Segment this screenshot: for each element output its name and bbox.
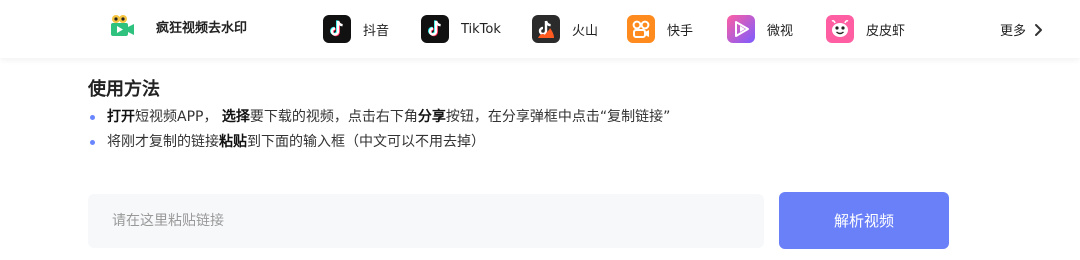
nav-item-kuaishou[interactable]: 快手 <box>627 15 693 43</box>
brand-name: 疯狂视频去水印 <box>156 20 248 36</box>
nav-label-weishi: 微视 <box>767 23 794 39</box>
kuaishou-icon <box>627 15 655 43</box>
nav-label-douyin: 抖音 <box>363 23 390 39</box>
weishi-icon <box>727 15 755 43</box>
link-input[interactable] <box>88 194 764 248</box>
nav-item-pipixia[interactable]: 皮皮虾 <box>826 15 905 43</box>
nav-label-pipixia: 皮皮虾 <box>866 23 906 39</box>
nav-label-tiktok: TikTok <box>461 21 501 37</box>
step-1-text: 打开短视频APP， 选择要下载的视频，点击右下角分享按钮，在分享弹框中点击“复制… <box>107 109 671 125</box>
instructions-section: 使用方法 打开短视频APP， 选择要下载的视频，点击右下角分享按钮，在分享弹框中… <box>88 78 988 152</box>
more-menu-button[interactable]: 更多 <box>1000 20 1043 39</box>
nav-label-kuaishou: 快手 <box>667 23 694 39</box>
chevron-right-icon <box>1035 23 1043 36</box>
nav-item-douyin[interactable]: 抖音 <box>323 15 389 43</box>
instruction-step-1: 打开短视频APP， 选择要下载的视频，点击右下角分享按钮，在分享弹框中点击“复制… <box>88 107 988 127</box>
nav-item-tiktok[interactable]: TikTok <box>421 15 501 43</box>
step-2-text: 将刚才复制的链接粘贴到下面的输入框（中文可以不用去掉） <box>107 134 485 150</box>
link-input-wrapper <box>88 194 764 248</box>
huoshan-icon <box>532 15 560 43</box>
instruction-step-2: 将刚才复制的链接粘贴到下面的输入框（中文可以不用去掉） <box>88 132 988 152</box>
video-camera-icon <box>111 15 134 36</box>
top-nav-bar: 疯狂视频去水印 抖音 TikTok 火山 快手 微视 皮皮虾 更多 <box>0 0 1080 58</box>
parse-video-button[interactable]: 解析视频 <box>779 192 949 249</box>
nav-item-huoshan[interactable]: 火山 <box>532 15 598 43</box>
instructions-title: 使用方法 <box>88 79 160 100</box>
more-label: 更多 <box>1000 24 1027 39</box>
bullet-icon <box>90 114 95 120</box>
brand[interactable]: 疯狂视频去水印 <box>108 12 247 40</box>
douyin-icon <box>323 15 351 43</box>
bullet-icon <box>90 139 95 145</box>
tiktok-icon <box>421 15 449 43</box>
pipixia-icon <box>826 15 854 43</box>
nav-item-weishi[interactable]: 微视 <box>727 15 793 43</box>
nav-label-huoshan: 火山 <box>572 23 599 39</box>
